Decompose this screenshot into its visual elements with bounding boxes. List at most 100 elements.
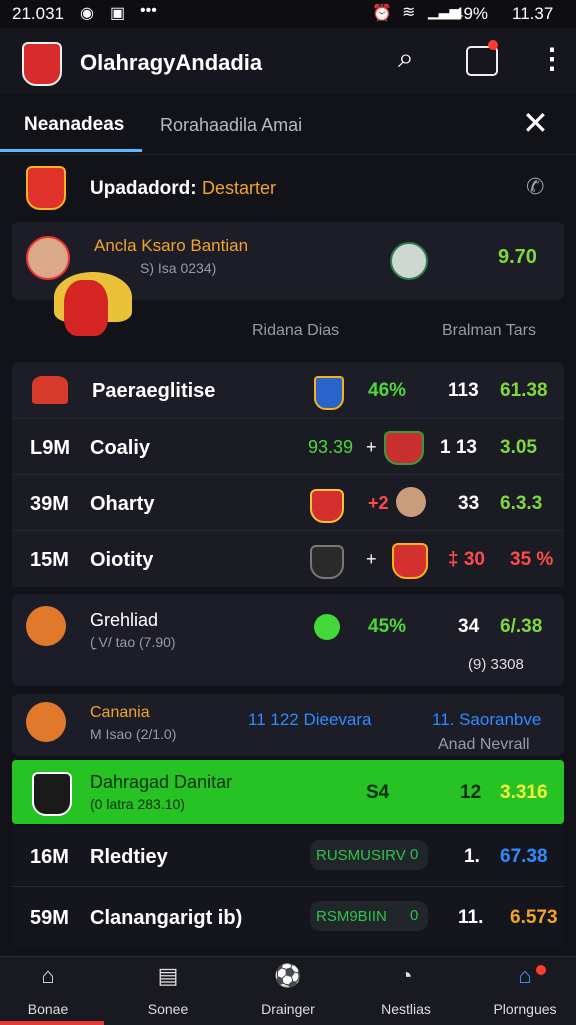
more-notifications-icon: ••• xyxy=(140,2,157,19)
player-name: Grehliad xyxy=(90,610,159,630)
player-count: 34 xyxy=(458,616,480,637)
home-blue-icon: ⌂ xyxy=(518,963,532,988)
notification-dot xyxy=(536,965,546,975)
table-row[interactable]: 39M Oharty +2 33 6.3.3 xyxy=(12,474,564,531)
nav-item-profile[interactable]: ⌂ Plorngues xyxy=(474,957,576,1025)
column-label-right: Bralman Tars xyxy=(442,322,536,339)
wifi-icon: ≋ xyxy=(402,4,416,21)
mascot-emblem-icon xyxy=(54,262,132,340)
row-odds: 93.39 xyxy=(308,437,354,457)
player-avatar xyxy=(26,606,66,646)
scoreboard-icon: ▤ xyxy=(157,963,179,988)
overflow-menu-icon[interactable]: ⋮ xyxy=(538,42,566,75)
row-plus: +2 xyxy=(368,493,389,513)
player-avatar xyxy=(396,487,426,517)
battery-level: 49% xyxy=(454,4,489,23)
player-name: Canania xyxy=(90,704,150,721)
nav-item-matches[interactable]: ⚽ Drainger xyxy=(238,957,338,1025)
team-badge-icon xyxy=(392,543,428,579)
tab-secondary[interactable]: Rorahaadila Amai xyxy=(150,94,350,154)
pill-label: RUSMUSIRV xyxy=(316,847,406,864)
tab-label: Rorahaadila Amai xyxy=(160,115,303,135)
status-clock: 11.37 xyxy=(512,4,554,23)
status-pill: RSM9BIIN 0 xyxy=(310,901,428,931)
column-label-left: Ridana Dias xyxy=(252,322,340,339)
nav-label: Bonae xyxy=(27,1001,69,1017)
status-pill: RUSMUSIRV 0 xyxy=(310,840,428,870)
row-score: 6.3.3 xyxy=(500,493,543,514)
player-extra: (9) 3308 xyxy=(468,656,524,673)
highlight-name: Dahragad Danitar xyxy=(90,772,233,792)
nav-item-scores[interactable]: ▤ Sonee xyxy=(120,957,216,1025)
player-middle: 11 122 Dieevara xyxy=(248,710,372,729)
nav-label: Drainger xyxy=(261,1001,315,1017)
home-icon: ⌂ xyxy=(41,963,55,988)
row-name: Oiotity xyxy=(90,549,154,571)
player-score: 6/.38 xyxy=(500,616,543,637)
row-plus: + xyxy=(366,549,377,569)
row-count: 1 13 xyxy=(440,437,477,458)
status-bar: 21.031 ◉ ▣ ••• ⏰ ≋ ▁▃▅ 49% 11.37 xyxy=(0,0,576,28)
team-crest-icon xyxy=(32,772,72,816)
tab-bar: Neanadeas Rorahaadila Amai ✕ xyxy=(0,94,576,155)
table-row[interactable]: 16M Rledtiey RUSMUSIRV 0 1. 67.38 xyxy=(12,826,564,886)
row-amount: 59M xyxy=(30,907,69,929)
player-extra: Anad Nevrall xyxy=(438,736,530,753)
team-badge-icon xyxy=(310,545,344,579)
app-title: OlahragyAndadia xyxy=(80,50,263,75)
row-count: 11. xyxy=(458,907,484,928)
live-tv-icon[interactable] xyxy=(466,40,498,76)
team-crest-icon xyxy=(26,166,66,210)
active-nav-indicator xyxy=(0,1021,104,1025)
player-pct: 45% xyxy=(368,616,407,637)
tab-news[interactable]: Neanadeas xyxy=(0,94,142,154)
highlight-score: 3.316 xyxy=(500,782,548,803)
row-name: Coaliy xyxy=(90,437,151,459)
group-row[interactable]: Paeraeglitise 46% 113 61.38 xyxy=(12,362,564,418)
status-time: 21.031 xyxy=(12,4,64,23)
table-row[interactable]: 15M Oiotity + ‡ 30 35 % xyxy=(12,530,564,587)
nav-item-news[interactable]: ◔ Nestlias xyxy=(356,957,456,1025)
section-title: Upadadord: xyxy=(90,178,197,199)
player-right: 11. Saoranbve xyxy=(432,710,542,729)
row-name: Clanangarigt ib) xyxy=(90,907,243,929)
highlight-count: 12 xyxy=(460,782,482,803)
active-tab-indicator xyxy=(0,149,142,152)
highlight-row[interactable]: Dahragad Danitar (0 latra 283.10) S4 12 … xyxy=(12,760,564,824)
close-icon[interactable]: ✕ xyxy=(522,104,549,142)
player-sub: (̱ V/ tao (7.90) xyxy=(90,634,176,650)
alarm-icon: ⏰ xyxy=(372,5,392,22)
group-score: 61.38 xyxy=(500,380,548,401)
nav-item-home[interactable]: ⌂ Bonae xyxy=(0,957,104,1025)
row-name: Rledtiey xyxy=(90,846,168,868)
row-score: 6.573 xyxy=(510,907,558,928)
player-card[interactable]: Grehliad (̱ V/ tao (7.90) 45% 34 6/.38 (… xyxy=(12,594,564,686)
table-row[interactable]: L9M Coaliy 93.39 + 1 13 3.05 xyxy=(12,418,564,475)
row-amount: 39M xyxy=(30,493,69,515)
image-icon: ▣ xyxy=(110,5,126,22)
row-score: 67.38 xyxy=(500,846,548,867)
player-card[interactable]: Canania M Isao (2/1.0) 11 122 Dieevara 1… xyxy=(12,694,564,756)
highlight-mid: S4 xyxy=(366,782,390,803)
group-count: 113 xyxy=(448,380,479,401)
row-amount: 15M xyxy=(30,549,69,571)
highlight-sub: (0 latra 283.10) xyxy=(90,796,185,812)
row-amount: L9M xyxy=(30,437,70,459)
row-score: 35 % xyxy=(510,549,554,570)
row-amount: 16M xyxy=(30,846,69,868)
table-row[interactable]: 59M Clanangarigt ib) RSM9BIIN 0 11. 6.57… xyxy=(12,886,564,947)
row-count: 33 xyxy=(458,493,480,514)
club-badge-icon xyxy=(390,242,428,280)
row-count: 1. xyxy=(464,846,480,867)
group-name: Paeraeglitise xyxy=(92,380,216,402)
pill-count: 0 xyxy=(410,907,419,924)
nav-label: Nestlias xyxy=(381,1001,431,1017)
player-sub: M Isao (2/1.0) xyxy=(90,726,177,742)
pill-label: RSM9BIIN xyxy=(316,908,387,925)
app-logo-icon xyxy=(22,42,62,86)
search-icon[interactable]: ⌕ xyxy=(398,42,414,75)
notification-dot xyxy=(488,40,498,50)
bottom-navigation: ⌂ Bonae ▤ Sonee ⚽ Drainger ◔ Nestlias ⌂ … xyxy=(0,956,576,1025)
news-icon: ◔ xyxy=(399,963,413,988)
phone-icon[interactable]: ✆ xyxy=(526,174,544,200)
